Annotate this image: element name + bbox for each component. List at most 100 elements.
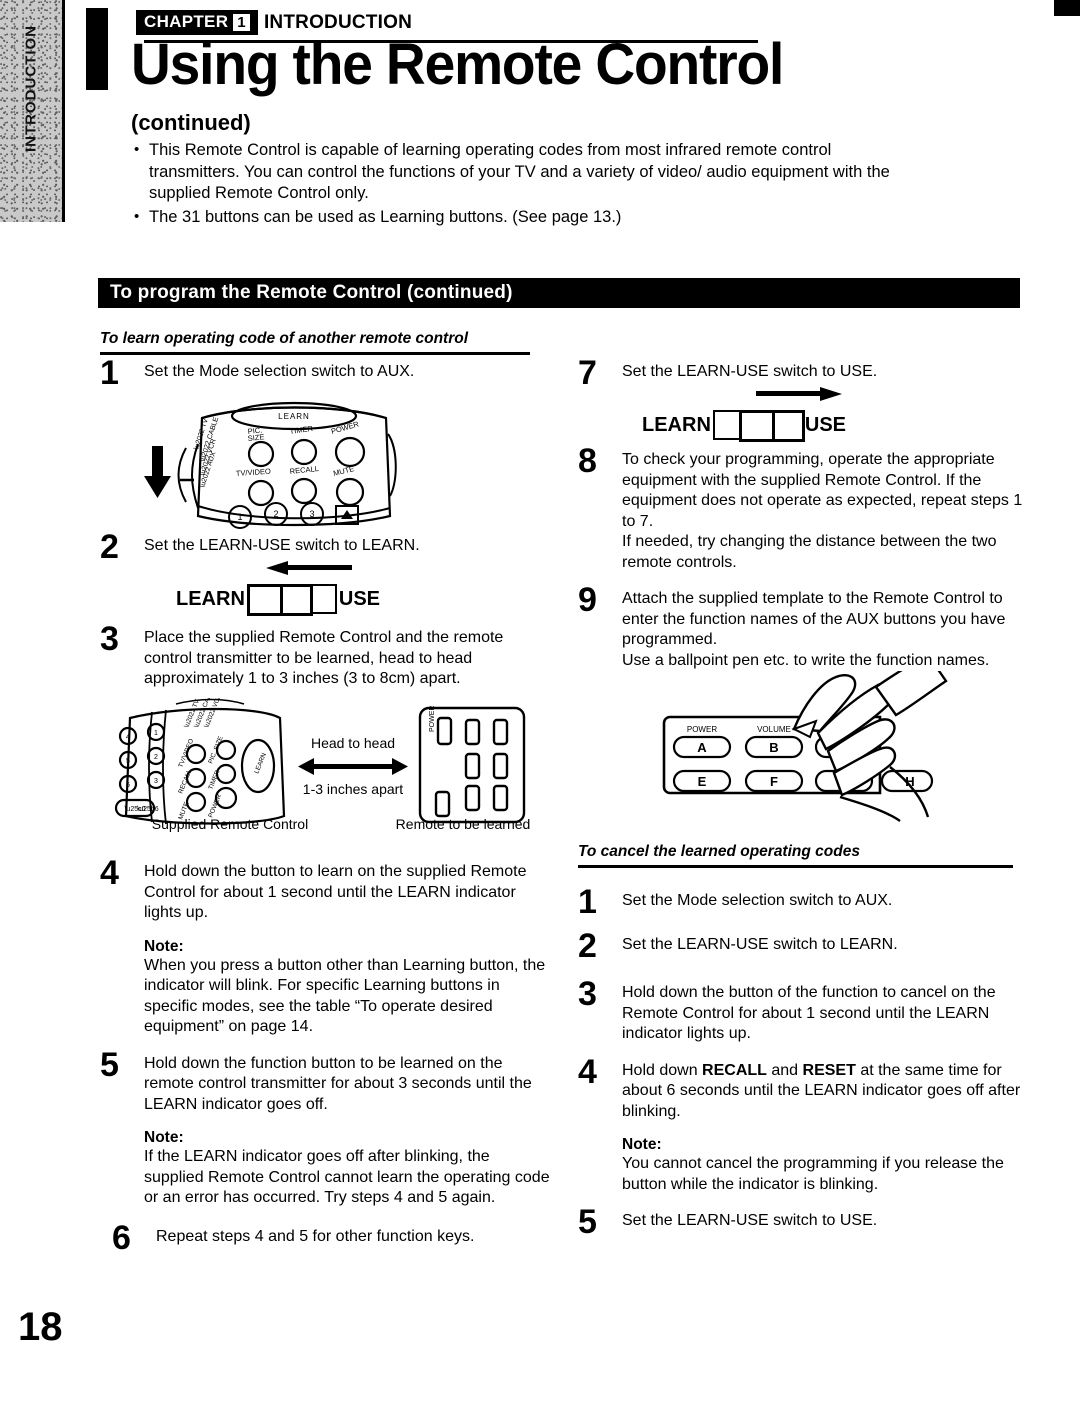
- note-text: If the LEARN indicator goes off after bl…: [144, 1148, 550, 1206]
- svg-text:TV/VIDEO: TV/VIDEO: [236, 467, 272, 478]
- note-text: You cannot cancel the programming if you…: [622, 1155, 1004, 1193]
- step-text: Set the LEARN-USE switch to LEARN.: [144, 537, 420, 554]
- step-text: Set the LEARN-USE switch to LEARN.: [622, 936, 898, 953]
- list-item: The 31 buttons can be used as Learning b…: [133, 206, 923, 229]
- figure-caption-left: Supplied Remote Control: [151, 816, 309, 832]
- svg-text:LEARN: LEARN: [253, 752, 268, 775]
- step-text: Hold down the button of the function to …: [622, 984, 996, 1042]
- step-item: 1 Set the Mode selection switch to AUX.: [578, 885, 1026, 935]
- step-number: 8: [578, 442, 597, 480]
- step-number: 2: [578, 927, 597, 965]
- sidebar-tab-label: INTRODUCTION: [22, 25, 40, 152]
- left-column-heading: To learn operating code of another remot…: [100, 330, 469, 347]
- step-item: 3 Place the supplied Remote Control and …: [100, 622, 550, 698]
- step-number: 5: [578, 1203, 597, 1241]
- note-text: When you press a button other than Learn…: [144, 956, 546, 1036]
- step-item: 9 Attach the supplied template to the Re…: [578, 583, 1026, 671]
- svg-text:MUTE: MUTE: [332, 464, 355, 478]
- head-to-head-figure: 41 52 63 \u25c0 \u25b6 TV/VIDEO PIC. SIZE…: [100, 698, 550, 858]
- registration-mark: [1054, 0, 1080, 16]
- step-extra-text: If needed, try changing the distance bet…: [622, 533, 997, 571]
- step-number: 2: [100, 528, 119, 566]
- step-text: Set the LEARN-USE switch to USE.: [622, 1212, 878, 1229]
- step-text: Hold down the button to learn on the sup…: [144, 863, 527, 921]
- step-number: 3: [578, 975, 597, 1013]
- head-to-head-label: Head to head: [311, 735, 395, 751]
- svg-text:LEARN: LEARN: [278, 412, 310, 421]
- page-number: 18: [18, 1305, 63, 1349]
- step-text: Hold down RECALL and RESET at the same t…: [622, 1061, 1026, 1123]
- intro-bullet-list: This Remote Control is capable of learni…: [133, 139, 923, 230]
- switch-track: [712, 410, 805, 442]
- step-text: Repeat steps 4 and 5 for other function …: [156, 1227, 475, 1245]
- step-item: 6 Repeat steps 4 and 5 for other functio…: [112, 1221, 550, 1255]
- step-number: 4: [100, 854, 119, 892]
- svg-text:F: F: [770, 774, 778, 789]
- svg-text:3: 3: [154, 778, 158, 785]
- step-text: To check your programming, operate the a…: [622, 451, 1023, 530]
- recall-key-name: RECALL: [702, 1061, 767, 1079]
- note-heading: Note:: [144, 1129, 184, 1146]
- svg-text:6: 6: [126, 782, 130, 789]
- svg-text:B: B: [769, 740, 778, 755]
- note-heading: Note:: [144, 937, 184, 955]
- list-item: This Remote Control is capable of learni…: [133, 139, 923, 205]
- svg-text:TIMER: TIMER: [289, 424, 314, 436]
- sidebar-index-tab: INTRODUCTION: [0, 0, 65, 222]
- remote-control-figure: LEARN PIC. SIZE TIMER POWER TV/VIDEO REC…: [100, 388, 550, 536]
- switch-right-label: USE: [804, 413, 847, 436]
- step-item: 4 Hold down RECALL and RESET at the same…: [578, 1055, 1026, 1196]
- switch-left-label: LEARN: [642, 413, 711, 436]
- switch-track: [246, 584, 337, 616]
- switch-knob: [246, 584, 313, 616]
- step-number: 1: [100, 354, 119, 392]
- chapter-number: 1: [233, 14, 250, 31]
- svg-text:POWER: POWER: [429, 706, 436, 732]
- step-text: Set the LEARN-USE switch to USE.: [622, 363, 878, 380]
- step-text: Set the Mode selection switch to AUX.: [144, 363, 415, 380]
- cancel-section-heading: To cancel the learned operating codes: [578, 843, 860, 860]
- step-item: 8 To check your programming, operate the…: [578, 444, 1026, 573]
- step-number: 5: [100, 1045, 119, 1084]
- svg-text:4: 4: [126, 734, 130, 741]
- step-item: 2 Set the LEARN-USE switch to LEARN.: [578, 929, 1026, 981]
- learn-use-switch-use: LEARN USE: [606, 386, 1026, 448]
- distance-label: 1-3 inches apart: [303, 781, 404, 797]
- step-text: Attach the supplied template to the Remo…: [622, 590, 1006, 648]
- chapter-section-label: INTRODUCTION: [263, 11, 412, 33]
- step-number: 4: [578, 1052, 597, 1091]
- switch-knob: [738, 410, 805, 442]
- step-item: 1 Set the Mode selection switch to AUX.: [100, 356, 550, 390]
- svg-text:\u25b6: \u25b6: [137, 806, 159, 813]
- figure-caption-right: Remote to be learned: [395, 816, 531, 832]
- step-number: 7: [578, 354, 597, 392]
- step-item: 5 Hold down the function button to be le…: [100, 1048, 550, 1209]
- chapter-word: CHAPTER: [144, 12, 229, 31]
- svg-text:POWER: POWER: [330, 419, 360, 436]
- switch-right-label: USE: [338, 587, 381, 610]
- svg-text:1: 1: [237, 512, 242, 522]
- step-number: 1: [578, 883, 597, 921]
- svg-text:SIZE: SIZE: [247, 432, 265, 443]
- step-text-pre: Hold down: [622, 1061, 703, 1079]
- step-item: 3 Hold down the button of the function t…: [578, 977, 1026, 1045]
- svg-text:2: 2: [154, 754, 158, 761]
- svg-text:2: 2: [273, 509, 278, 519]
- header-accent-bar: [86, 8, 108, 90]
- note-heading: Note:: [622, 1136, 662, 1153]
- step-item: 7 Set the LEARN-USE switch to USE.: [578, 356, 1026, 390]
- switch-left-label: LEARN: [176, 587, 245, 610]
- step-text: Set the Mode selection switch to AUX.: [622, 892, 893, 909]
- arrow-left-icon: [266, 561, 352, 575]
- page-title: Using the Remote Control: [131, 32, 784, 97]
- step-text-mid: and: [766, 1061, 803, 1079]
- template-writing-figure: ABC EFGH POWERVOLUMERECALL: [578, 671, 1026, 841]
- left-heading-rule: [100, 352, 530, 355]
- learn-use-switch-learn: LEARN USE: [140, 560, 550, 622]
- step-text: Hold down the function button to be lear…: [144, 1054, 532, 1113]
- step-number: 6: [112, 1218, 131, 1257]
- step-extra-text: Use a ballpoint pen etc. to write the fu…: [622, 651, 990, 669]
- svg-text:POWER: POWER: [687, 725, 717, 734]
- section-header-band: To program the Remote Control (continued…: [98, 278, 1020, 308]
- step-number: 3: [100, 620, 119, 658]
